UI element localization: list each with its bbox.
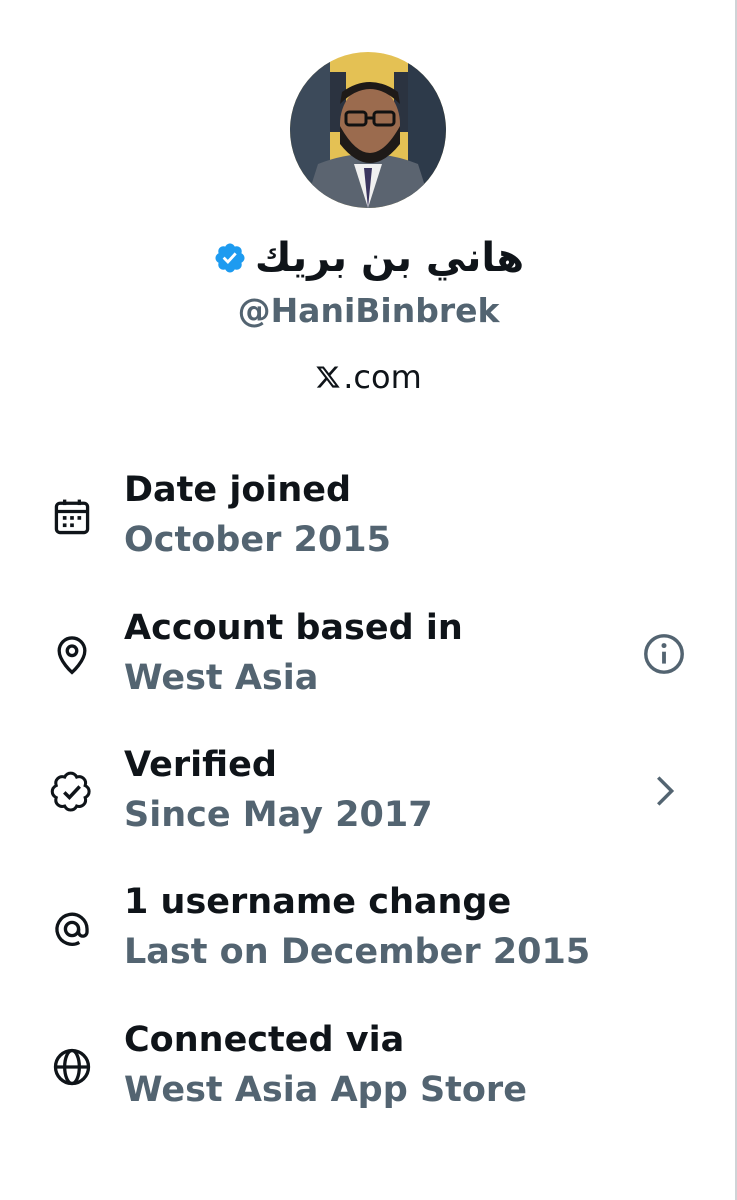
connected-via-row: Connected via West Asia App Store [0, 1018, 737, 1118]
username-change-row: 1 username change Last on December 2015 [0, 880, 737, 980]
platform-domain: .com [343, 358, 422, 396]
username-change-label: 1 username change [124, 882, 512, 922]
at-sign-icon [55, 912, 89, 946]
connected-via-value: West Asia App Store [124, 1070, 527, 1110]
name-row: هاني بن بريك [0, 232, 737, 284]
date-joined-value: October 2015 [124, 520, 391, 560]
verified-label: Verified [124, 745, 277, 785]
platform-link[interactable]: .com [0, 356, 737, 398]
verified-row[interactable]: Verified Since May 2017 [0, 743, 737, 843]
location-pin-icon [57, 636, 87, 675]
chevron-right-icon[interactable] [641, 768, 687, 814]
verified-badge-icon[interactable] [213, 241, 247, 275]
calendar-icon [54, 499, 90, 535]
date-joined-label: Date joined [124, 470, 352, 510]
connected-via-label: Connected via [124, 1020, 405, 1060]
verified-badge-outline-icon [50, 771, 91, 812]
info-icon[interactable] [641, 631, 687, 677]
account-based-in-value: West Asia [124, 658, 319, 698]
avatar[interactable] [290, 52, 446, 208]
username-change-value: Last on December 2015 [124, 932, 591, 972]
globe-icon [53, 1048, 91, 1086]
x-logo-icon [316, 366, 340, 388]
account-based-in-row[interactable]: Account based in West Asia [0, 606, 737, 706]
account-based-in-label: Account based in [124, 608, 463, 648]
display-name: هاني بن بريك [254, 235, 525, 281]
date-joined-row: Date joined October 2015 [0, 468, 737, 568]
username-handle: @HaniBinbrek [237, 291, 500, 330]
verified-value: Since May 2017 [124, 795, 433, 835]
